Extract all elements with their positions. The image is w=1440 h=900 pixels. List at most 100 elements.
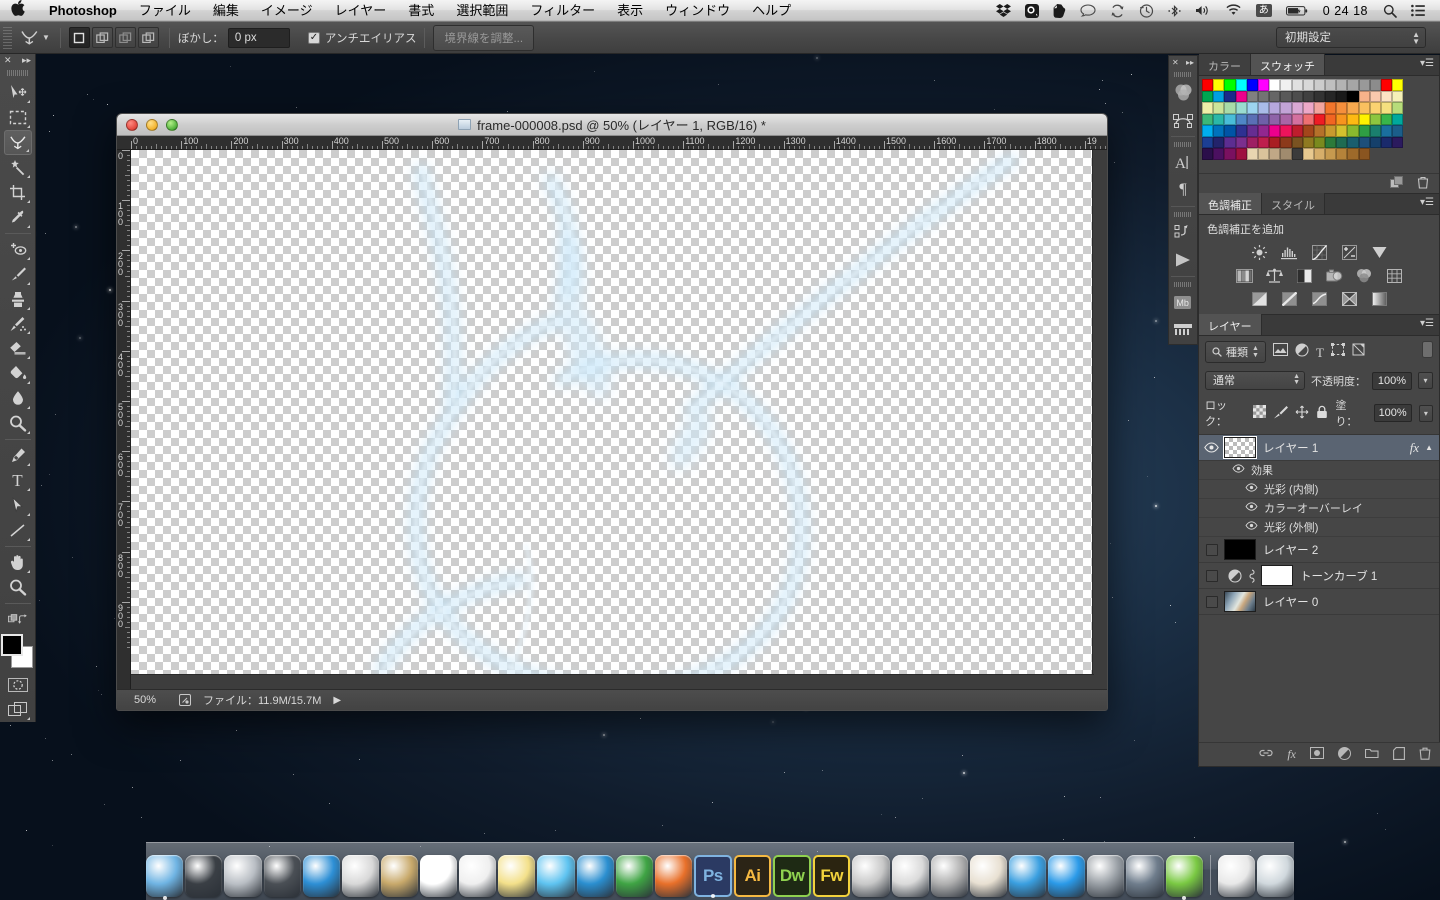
invert-icon[interactable] xyxy=(1249,290,1269,307)
zoom-tool[interactable] xyxy=(4,575,32,600)
swatch-35[interactable] xyxy=(1392,91,1403,103)
ime-indicator[interactable]: あ xyxy=(1249,0,1279,22)
layer-style-icon[interactable]: fx xyxy=(1287,747,1296,762)
layer-row-4[interactable]: レイヤー 0 xyxy=(1199,589,1439,615)
swatch-5[interactable] xyxy=(1258,79,1269,91)
swatch-90[interactable] xyxy=(1202,137,1213,149)
dock-item-system-preferences[interactable] xyxy=(1087,855,1124,897)
vibrance-icon[interactable] xyxy=(1369,244,1389,261)
swatch-99[interactable] xyxy=(1303,137,1314,149)
color-balance-icon[interactable] xyxy=(1264,267,1284,284)
swatch-32[interactable] xyxy=(1359,91,1370,103)
swatch-65[interactable] xyxy=(1325,114,1336,126)
swatch-15[interactable] xyxy=(1370,79,1381,91)
tab-layers[interactable]: レイヤー xyxy=(1199,314,1262,335)
layer-name[interactable]: レイヤー 1 xyxy=(1263,440,1318,456)
swatch-10[interactable] xyxy=(1314,79,1325,91)
swatch-77[interactable] xyxy=(1258,125,1269,137)
swatch-52[interactable] xyxy=(1381,102,1392,114)
pen-tool[interactable] xyxy=(4,443,32,468)
swatch-2[interactable] xyxy=(1224,79,1235,91)
swatch-121[interactable] xyxy=(1347,148,1358,160)
link-icon[interactable] xyxy=(1246,569,1258,583)
swatch-26[interactable] xyxy=(1292,91,1303,103)
swatch-17[interactable] xyxy=(1392,79,1403,91)
menu-select[interactable]: 選択範囲 xyxy=(445,0,519,22)
swatch-42[interactable] xyxy=(1269,102,1280,114)
clone-stamp-tool[interactable] xyxy=(4,287,32,312)
timeline-panel-icon[interactable] xyxy=(1170,316,1196,344)
swatch-120[interactable] xyxy=(1336,148,1347,160)
color-panel-icon[interactable] xyxy=(1170,79,1196,107)
eyedropper-tool[interactable] xyxy=(4,205,32,230)
swatch-44[interactable] xyxy=(1292,102,1303,114)
dock-item-mail[interactable] xyxy=(342,855,379,897)
dock-item-motion[interactable] xyxy=(892,855,929,897)
menu-app-name[interactable]: Photoshop xyxy=(38,0,128,22)
volume-icon[interactable] xyxy=(1188,0,1218,22)
dock-item-dreamweaver[interactable]: Dw xyxy=(773,855,811,897)
layer-row-2[interactable]: レイヤー 2 xyxy=(1199,537,1439,563)
swatch-41[interactable] xyxy=(1258,102,1269,114)
quicktime-icon[interactable] xyxy=(1018,0,1046,22)
dodge-tool[interactable] xyxy=(4,411,32,436)
swatch-87[interactable] xyxy=(1370,125,1381,137)
swatch-8[interactable] xyxy=(1292,79,1303,91)
swatch-64[interactable] xyxy=(1314,114,1325,126)
layer-effect-inner-glow[interactable]: 光彩 (内側) xyxy=(1199,480,1439,499)
swatch-12[interactable] xyxy=(1336,79,1347,91)
swatch-33[interactable] xyxy=(1370,91,1381,103)
selective-color-icon[interactable] xyxy=(1339,290,1359,307)
tab-color[interactable]: カラー xyxy=(1199,54,1251,75)
dropbox-icon[interactable] xyxy=(989,0,1018,22)
options-bar-grip[interactable] xyxy=(3,27,12,49)
layer-fx-badge[interactable]: fx xyxy=(1410,440,1425,456)
swatch-57[interactable] xyxy=(1236,114,1247,126)
paragraph-panel-icon[interactable]: ¶ xyxy=(1170,176,1196,204)
swatch-19[interactable] xyxy=(1213,91,1224,103)
swatch-58[interactable] xyxy=(1247,114,1258,126)
tab-styles[interactable]: スタイル xyxy=(1262,193,1325,214)
type-tool[interactable]: T xyxy=(4,468,32,493)
adjustment-filter-icon[interactable] xyxy=(1295,343,1309,362)
black-white-icon[interactable] xyxy=(1294,267,1314,284)
swatch-14[interactable] xyxy=(1359,79,1370,91)
swatch-27[interactable] xyxy=(1303,91,1314,103)
opacity-input[interactable]: 100% xyxy=(1372,372,1412,390)
dock-item-trash[interactable] xyxy=(1257,855,1294,897)
swatch-61[interactable] xyxy=(1280,114,1291,126)
dock-item-fireworks[interactable]: Fw xyxy=(813,855,851,897)
dock-item-reminders[interactable] xyxy=(459,855,496,897)
swatch-29[interactable] xyxy=(1325,91,1336,103)
dock-item-mission-control[interactable] xyxy=(264,855,301,897)
dock-item-final-cut[interactable] xyxy=(852,855,889,897)
healing-brush-tool[interactable] xyxy=(4,237,32,262)
swatch-46[interactable] xyxy=(1314,102,1325,114)
history-brush-tool[interactable] xyxy=(4,312,32,337)
menu-file[interactable]: ファイル xyxy=(128,0,202,22)
dock-item-safari[interactable] xyxy=(303,855,340,897)
marquee-tool[interactable] xyxy=(4,105,32,130)
hue-saturation-icon[interactable] xyxy=(1234,267,1254,284)
gradient-tool[interactable] xyxy=(4,361,32,386)
opacity-stepper[interactable]: ▾ xyxy=(1418,372,1433,389)
lock-all-icon[interactable] xyxy=(1316,405,1328,422)
swatch-6[interactable] xyxy=(1269,79,1280,91)
swatch-56[interactable] xyxy=(1224,114,1235,126)
icon-dock-grip-4[interactable] xyxy=(1174,282,1192,287)
swatch-113[interactable] xyxy=(1258,148,1269,160)
swatch-50[interactable] xyxy=(1359,102,1370,114)
tab-adjustments[interactable]: 色調補正 xyxy=(1199,193,1262,214)
move-tool[interactable] xyxy=(4,80,32,105)
menu-type[interactable]: 書式 xyxy=(397,0,445,22)
menu-layer[interactable]: レイヤー xyxy=(324,0,398,22)
crop-tool[interactable] xyxy=(4,180,32,205)
swatch-108[interactable] xyxy=(1202,148,1213,160)
swatch-116[interactable] xyxy=(1292,148,1303,160)
curves-icon[interactable] xyxy=(1309,244,1329,261)
menu-help[interactable]: ヘルプ xyxy=(741,0,802,22)
lock-transparency-icon[interactable] xyxy=(1253,405,1266,421)
layer-thumbnail[interactable] xyxy=(1224,591,1256,612)
swatch-1[interactable] xyxy=(1213,79,1224,91)
layer-mask-icon[interactable] xyxy=(1310,747,1324,762)
